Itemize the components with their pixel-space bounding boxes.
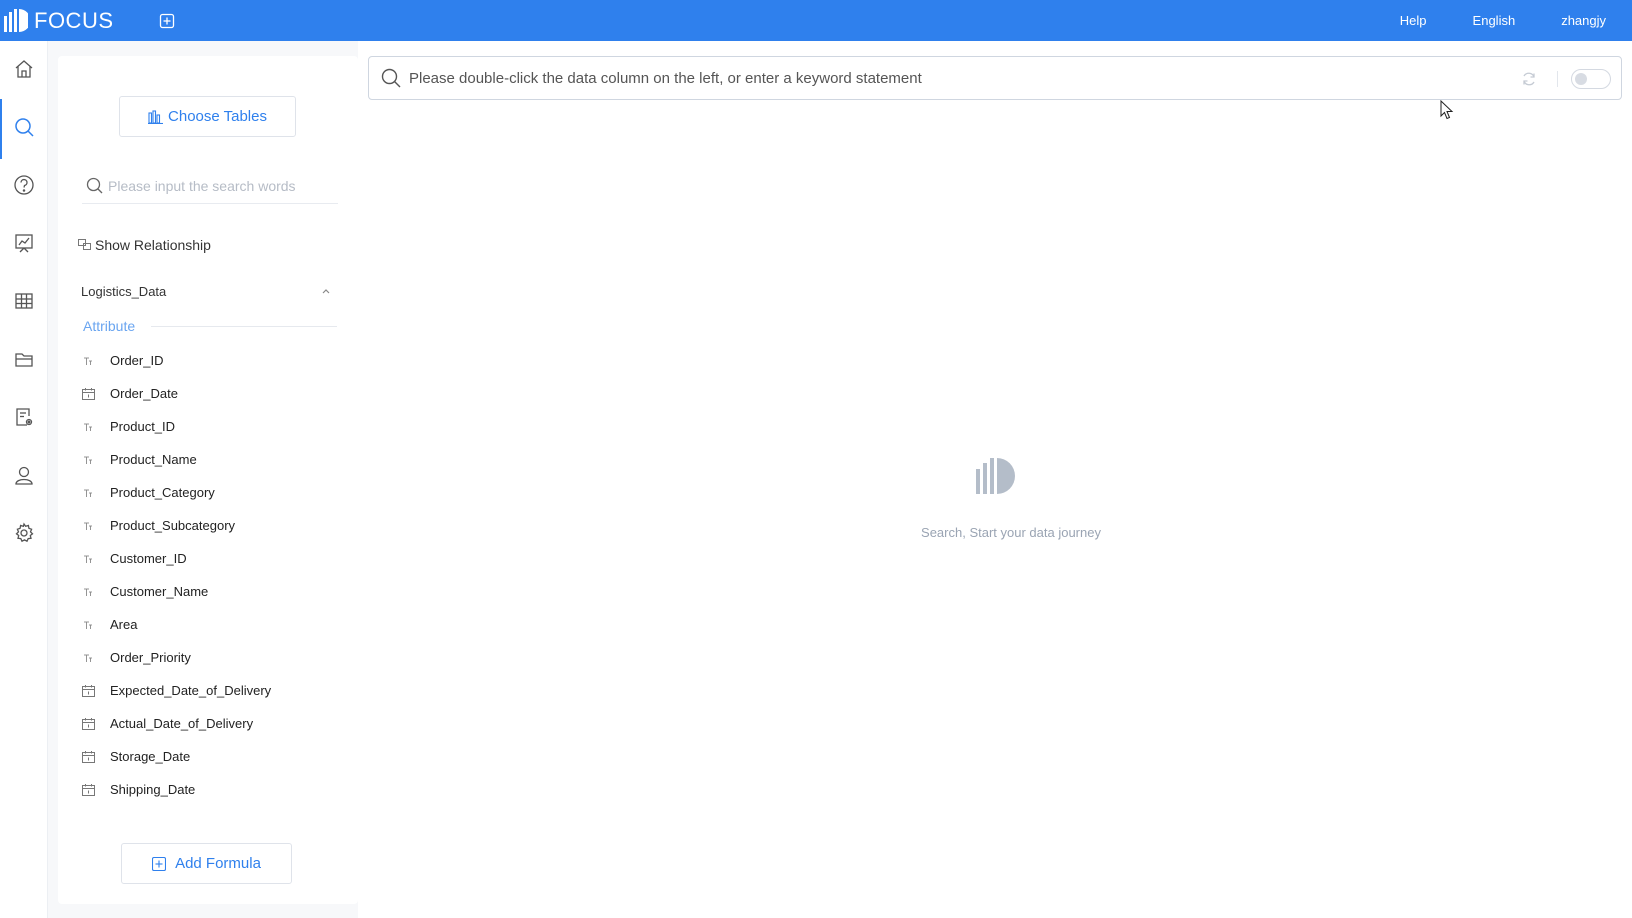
field-item[interactable]: Order_ID bbox=[78, 344, 338, 377]
text-type-icon bbox=[81, 552, 95, 566]
field-item[interactable]: Order_Date bbox=[78, 377, 338, 410]
section-divider bbox=[151, 326, 337, 327]
field-label: Order_Date bbox=[110, 386, 178, 401]
field-item[interactable]: Expected_Date_of_Delivery bbox=[78, 674, 338, 707]
nav-report-settings[interactable] bbox=[0, 389, 48, 445]
field-label: Storage_Date bbox=[110, 749, 191, 764]
nav-data-tables[interactable] bbox=[0, 273, 48, 329]
section-label-attribute: Attribute bbox=[83, 318, 136, 334]
refresh-icon[interactable] bbox=[1521, 71, 1537, 87]
query-input[interactable] bbox=[409, 69, 1459, 87]
field-label: Product_ID bbox=[110, 419, 176, 434]
table-chart-icon bbox=[148, 109, 164, 124]
chart-board-icon bbox=[15, 234, 33, 253]
query-divider bbox=[1557, 71, 1558, 87]
text-type-icon bbox=[81, 486, 95, 500]
relationship-icon bbox=[78, 239, 91, 250]
nav-dashboard[interactable] bbox=[0, 215, 48, 271]
add-square-icon bbox=[152, 856, 167, 871]
show-relationship-label: Show Relationship bbox=[95, 237, 211, 253]
add-square-icon bbox=[159, 13, 174, 28]
field-item[interactable]: Area bbox=[78, 608, 338, 641]
add-formula-label: Add Formula bbox=[175, 855, 261, 872]
field-item[interactable]: Customer_Name bbox=[78, 575, 338, 608]
field-label: Product_Subcategory bbox=[110, 518, 236, 533]
nav-folder[interactable] bbox=[0, 331, 48, 387]
calendar-icon bbox=[81, 783, 95, 797]
folder-icon bbox=[15, 353, 33, 367]
app-logo[interactable]: FOCUS bbox=[4, 0, 114, 41]
search-icon bbox=[15, 118, 34, 137]
help-link[interactable]: Help bbox=[1400, 13, 1427, 28]
field-list: Order_ID Order_Date Product_ID Product_Name… bbox=[78, 344, 338, 806]
nav-help[interactable] bbox=[0, 157, 48, 213]
top-bar: FOCUS Help English zhangjy bbox=[0, 0, 1632, 41]
main-workspace: Search, Start your data journey bbox=[358, 41, 1632, 918]
field-label: Product_Name bbox=[110, 452, 197, 467]
choose-tables-label: Choose Tables bbox=[168, 108, 267, 125]
empty-state-logo-icon bbox=[976, 458, 1015, 494]
mouse-cursor-icon bbox=[1440, 100, 1454, 120]
text-type-icon bbox=[81, 618, 95, 632]
help-circle-icon bbox=[14, 175, 34, 195]
left-nav bbox=[0, 41, 48, 918]
calendar-icon bbox=[81, 387, 95, 401]
query-mode-toggle[interactable] bbox=[1571, 69, 1611, 89]
user-menu[interactable]: zhangjy bbox=[1561, 13, 1606, 28]
field-item[interactable]: Product_Subcategory bbox=[78, 509, 338, 542]
table-name[interactable]: Logistics_Data bbox=[81, 284, 166, 299]
empty-state-message: Search, Start your data journey bbox=[921, 525, 1101, 540]
field-label: Order_Priority bbox=[110, 650, 191, 665]
field-label: Order_ID bbox=[110, 353, 164, 368]
text-type-icon bbox=[81, 585, 95, 599]
calendar-icon bbox=[81, 750, 95, 764]
field-label: Product_Category bbox=[110, 485, 215, 500]
field-label: Actual_Date_of_Delivery bbox=[110, 716, 254, 731]
text-type-icon bbox=[81, 420, 95, 434]
field-label: Shipping_Date bbox=[110, 782, 196, 797]
home-icon bbox=[15, 60, 33, 78]
language-selector[interactable]: English bbox=[1473, 13, 1516, 28]
nav-user[interactable] bbox=[0, 447, 48, 503]
field-item[interactable]: Actual_Date_of_Delivery bbox=[78, 707, 338, 740]
chevron-up-icon[interactable] bbox=[320, 285, 332, 297]
search-icon bbox=[381, 68, 401, 88]
field-search bbox=[82, 168, 338, 204]
add-formula-button[interactable]: Add Formula bbox=[121, 843, 292, 884]
search-icon bbox=[86, 177, 103, 194]
field-label: Area bbox=[110, 617, 138, 632]
field-item[interactable]: Product_Category bbox=[78, 476, 338, 509]
gear-icon bbox=[15, 522, 34, 543]
focus-logo-icon bbox=[4, 8, 28, 32]
text-type-icon bbox=[81, 453, 95, 467]
field-item[interactable]: Shipping_Date bbox=[78, 773, 338, 806]
calendar-icon bbox=[81, 684, 95, 698]
nav-settings[interactable] bbox=[0, 505, 48, 561]
field-label: Expected_Date_of_Delivery bbox=[110, 683, 272, 698]
table-grid-icon bbox=[15, 293, 33, 309]
user-icon bbox=[15, 466, 33, 485]
field-search-input[interactable] bbox=[108, 177, 328, 194]
choose-tables-button[interactable]: Choose Tables bbox=[119, 96, 296, 137]
field-item[interactable]: Product_ID bbox=[78, 410, 338, 443]
text-type-icon bbox=[81, 519, 95, 533]
field-item[interactable]: Product_Name bbox=[78, 443, 338, 476]
field-item[interactable]: Storage_Date bbox=[78, 740, 338, 773]
field-label: Customer_ID bbox=[110, 551, 187, 566]
field-item[interactable]: Order_Priority bbox=[78, 641, 338, 674]
data-source-panel: Choose Tables Show Relationship Logistic… bbox=[58, 56, 358, 904]
field-item[interactable]: Customer_ID bbox=[78, 542, 338, 575]
new-tab-button[interactable] bbox=[158, 12, 176, 30]
query-bar bbox=[368, 56, 1622, 100]
text-type-icon bbox=[81, 651, 95, 665]
app-name: FOCUS bbox=[34, 7, 114, 33]
nav-search[interactable] bbox=[0, 99, 48, 159]
calendar-icon bbox=[81, 717, 95, 731]
report-settings-icon bbox=[16, 408, 33, 426]
show-relationship-link[interactable]: Show Relationship bbox=[78, 237, 211, 253]
nav-home[interactable] bbox=[0, 41, 48, 97]
toggle-knob bbox=[1575, 73, 1587, 85]
text-type-icon bbox=[81, 354, 95, 368]
field-label: Customer_Name bbox=[110, 584, 209, 599]
